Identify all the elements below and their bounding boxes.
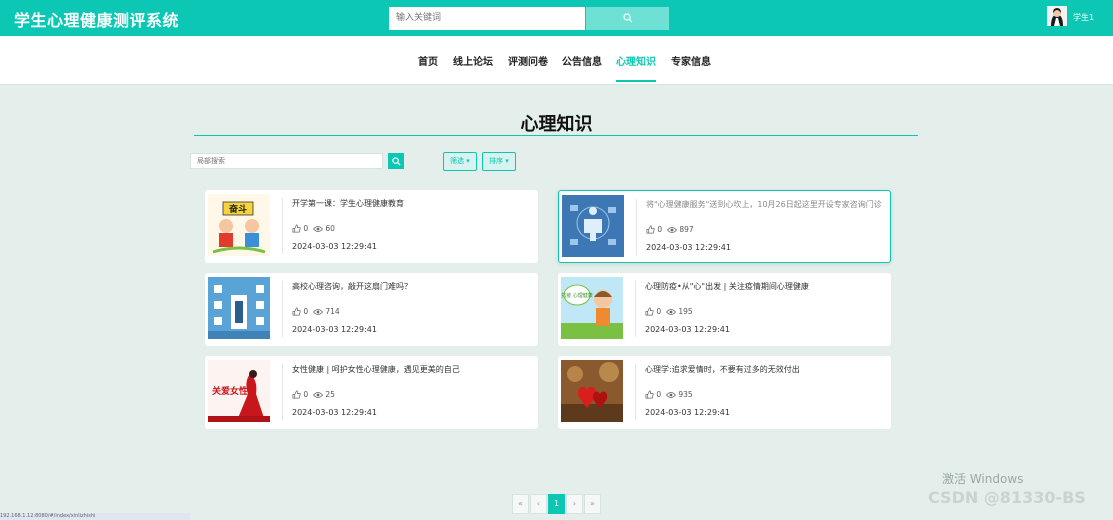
article-card[interactable]: 心理学:追求爱情时，不要有过多的无效付出 0 935 2024-03-03 12…: [558, 356, 891, 429]
article-thumbnail: 抗疫 心理健康: [561, 277, 623, 339]
nav-forum[interactable]: 线上论坛: [453, 53, 493, 68]
sort-dropdown[interactable]: 排序 ▾: [482, 152, 516, 171]
eye-icon: [312, 309, 323, 315]
thumbs-up-icon: [292, 224, 301, 233]
prev-page-button[interactable]: ‹: [530, 494, 547, 514]
thumb-text: 关爱女性: [212, 385, 248, 397]
local-search-input[interactable]: [190, 153, 383, 169]
article-thumbnail: [561, 360, 623, 422]
page-number-button[interactable]: 1: [548, 494, 565, 514]
article-thumbnail: [208, 277, 270, 339]
card-divider: [636, 199, 637, 255]
view-count: 714: [325, 307, 340, 316]
thumbs-up-icon: [645, 390, 654, 399]
like-count: 0: [303, 224, 309, 233]
like-count: 0: [303, 307, 309, 316]
filter-label: 筛选: [450, 157, 464, 165]
article-thumbnail: 奋斗: [208, 194, 270, 256]
caret-down-icon: ▾: [505, 157, 509, 165]
thumbs-up-icon: [292, 307, 301, 316]
article-stats: 0 60: [292, 224, 335, 233]
article-stats: 0 714: [292, 307, 340, 316]
sort-label: 排序: [489, 157, 503, 165]
eye-icon: [312, 226, 323, 232]
main-nav: 首页 线上论坛 评测问卷 公告信息 心理知识 专家信息: [0, 36, 1113, 85]
like-count: 0: [303, 390, 309, 399]
view-count: 897: [679, 225, 694, 234]
like-count: 0: [656, 390, 662, 399]
page-title: 心理知识: [520, 114, 593, 135]
eye-icon: [666, 227, 677, 233]
title-divider: [194, 135, 918, 136]
article-title[interactable]: 高校心理咨询，敲开这扇门难吗？: [292, 281, 532, 292]
view-count: 60: [325, 224, 335, 233]
article-card[interactable]: 抗疫 心理健康 心理防疫•从"心"出发 | 关注疫情期间心理健康 0 195 2…: [558, 273, 891, 346]
search-button[interactable]: [586, 7, 669, 30]
first-page-button[interactable]: «: [512, 494, 529, 514]
local-search-button[interactable]: [388, 153, 404, 169]
view-count: 25: [325, 390, 335, 399]
username[interactable]: 学生1: [1073, 12, 1094, 23]
eye-icon: [665, 309, 676, 315]
nav-active-indicator: [616, 80, 656, 82]
article-date: 2024-03-03 12:29:41: [645, 408, 730, 417]
article-card[interactable]: 将"心理健康服务"送到心坎上，10月26日起这里开设专家咨询门诊 0 897 2…: [558, 190, 891, 263]
article-card[interactable]: 高校心理咨询，敲开这扇门难吗？ 0 714 2024-03-03 12:29:4…: [205, 273, 538, 346]
app-title: 学生心理健康测评系统: [14, 11, 180, 30]
windows-activation-watermark: 激活 Windows: [942, 472, 1024, 486]
article-card[interactable]: 关爱女性 女性健康 | 呵护女性心理健康，遇见更美的自己 0 25 2024-0…: [205, 356, 538, 429]
next-page-button[interactable]: ›: [566, 494, 583, 514]
like-count: 0: [657, 225, 663, 234]
article-title[interactable]: 心理防疫•从"心"出发 | 关注疫情期间心理健康: [645, 281, 885, 292]
article-card[interactable]: 奋斗 开学第一课：学生心理健康教育 0 60 2024-03-03 12:29:…: [205, 190, 538, 263]
avatar-image: [1047, 6, 1067, 26]
eye-icon: [665, 392, 676, 398]
thumb-text: 奋斗: [228, 203, 247, 215]
nav-psych-knowledge[interactable]: 心理知识: [616, 53, 656, 68]
filter-dropdown[interactable]: 筛选 ▾: [443, 152, 477, 171]
thumbs-up-icon: [646, 225, 655, 234]
article-date: 2024-03-03 12:29:41: [646, 243, 731, 252]
status-bar-url: 192.168.1.12:8080/#/index/xinlizhishi: [0, 513, 190, 520]
article-thumbnail: 关爱女性: [208, 360, 270, 422]
article-date: 2024-03-03 12:29:41: [292, 408, 377, 417]
card-divider: [282, 198, 283, 254]
article-title[interactable]: 将"心理健康服务"送到心坎上，10月26日起这里开设专家咨询门诊: [646, 199, 886, 210]
avatar[interactable]: [1047, 6, 1067, 26]
article-stats: 0 25: [292, 390, 335, 399]
search-input[interactable]: [389, 7, 585, 30]
nav-home[interactable]: 首页: [418, 53, 438, 68]
csdn-watermark: CSDN @81330-BS: [928, 488, 1086, 507]
nav-questionnaire[interactable]: 评测问卷: [508, 53, 548, 68]
article-title[interactable]: 心理学:追求爱情时，不要有过多的无效付出: [645, 364, 885, 375]
eye-icon: [312, 392, 323, 398]
like-count: 0: [656, 307, 662, 316]
view-count: 195: [678, 307, 693, 316]
article-stats: 0 897: [646, 225, 694, 234]
card-divider: [635, 364, 636, 420]
last-page-button[interactable]: »: [584, 494, 601, 514]
thumbs-up-icon: [645, 307, 654, 316]
view-count: 935: [678, 390, 693, 399]
thumbs-up-icon: [292, 390, 301, 399]
nav-experts[interactable]: 专家信息: [671, 53, 711, 68]
top-bar: 学生心理健康测评系统 学生1: [0, 0, 1113, 36]
card-divider: [282, 281, 283, 337]
article-date: 2024-03-03 12:29:41: [292, 325, 377, 334]
search-icon: [391, 156, 401, 166]
article-title[interactable]: 女性健康 | 呵护女性心理健康，遇见更美的自己: [292, 364, 532, 375]
article-title[interactable]: 开学第一课：学生心理健康教育: [292, 198, 532, 209]
article-date: 2024-03-03 12:29:41: [645, 325, 730, 334]
caret-down-icon: ▾: [466, 157, 470, 165]
nav-announcements[interactable]: 公告信息: [562, 53, 602, 68]
card-divider: [282, 364, 283, 420]
article-thumbnail: [562, 195, 624, 257]
search-icon: [622, 13, 632, 23]
thumb-text: 抗疫 心理健康: [561, 292, 593, 299]
article-date: 2024-03-03 12:29:41: [292, 242, 377, 251]
article-stats: 0 935: [645, 390, 693, 399]
card-divider: [635, 281, 636, 337]
article-stats: 0 195: [645, 307, 693, 316]
